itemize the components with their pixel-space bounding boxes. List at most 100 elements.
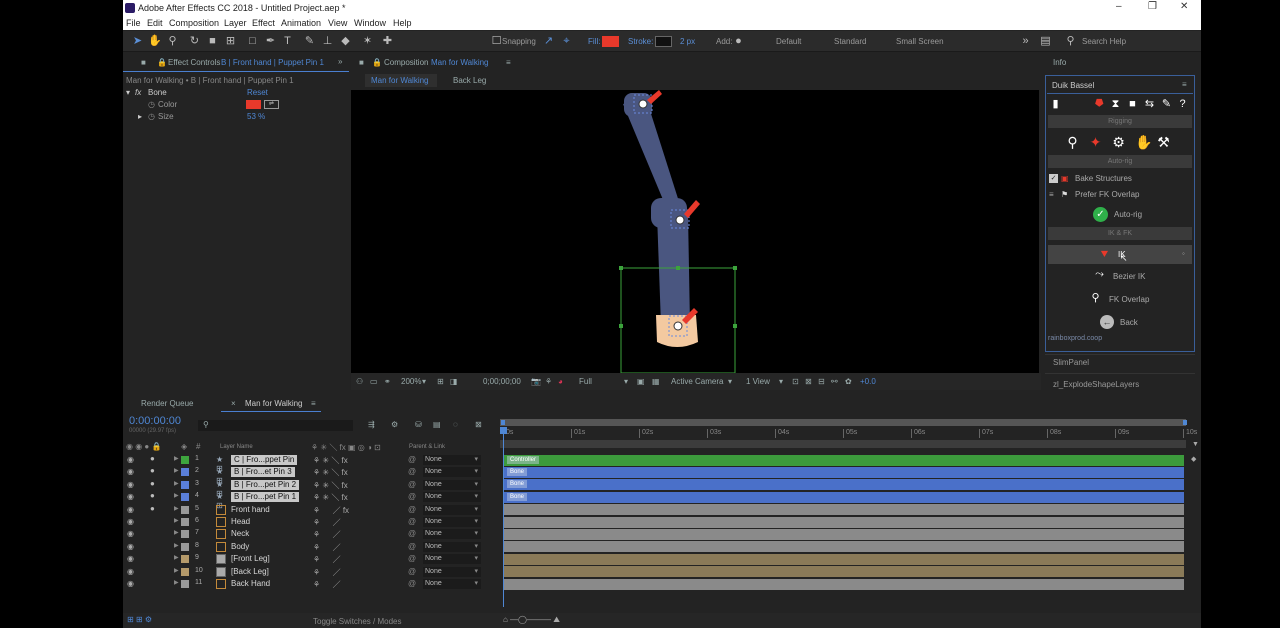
layer-row[interactable]: ◉ ▶ 10 [Back Leg] ⚘ ／ @ None ▾ xyxy=(123,566,501,578)
menu-layer[interactable]: Layer xyxy=(224,18,247,28)
fk-overlap-icon[interactable]: ⚲ xyxy=(1089,292,1102,305)
grid-overlay-icon[interactable]: ⊞ xyxy=(437,377,444,386)
timeline-comp-tab[interactable]: Man for Walking xyxy=(245,399,303,408)
workspace-standard[interactable]: Standard xyxy=(834,37,866,46)
pick-whip-icon[interactable]: @ xyxy=(408,505,416,514)
visibility-eye-icon[interactable]: ◉ xyxy=(127,529,134,538)
layer-label-color[interactable] xyxy=(181,555,189,564)
pick-whip-icon[interactable]: @ xyxy=(408,467,416,476)
visibility-eye-icon[interactable]: ◉ xyxy=(127,542,134,551)
resolution-dropdown-icon[interactable]: ▾ xyxy=(624,377,628,386)
render-queue-tab[interactable]: Render Queue xyxy=(141,399,193,408)
pick-whip-icon[interactable]: @ xyxy=(408,480,416,489)
work-area-bar[interactable] xyxy=(500,419,1186,426)
slimpanel-tab[interactable]: SlimPanel xyxy=(1053,358,1089,367)
eraser-tool-icon[interactable]: ◆ xyxy=(339,35,352,48)
crumb-man-for-walking[interactable]: Man for Walking xyxy=(371,76,429,85)
layer-row[interactable]: ◉ ▶ 8 Body ⚘ ／ @ None ▾ xyxy=(123,541,501,553)
pick-whip-icon[interactable]: @ xyxy=(408,579,416,588)
parent-dropdown[interactable]: None ▾ xyxy=(423,566,481,577)
layer-name[interactable]: Neck xyxy=(231,529,249,538)
transparency-grid-icon[interactable]: ▦ xyxy=(652,377,660,386)
parent-dropdown[interactable]: None ▾ xyxy=(423,467,481,478)
prefer-fk-overlap-label[interactable]: Prefer FK Overlap xyxy=(1075,190,1139,199)
reset-link[interactable]: Reset xyxy=(247,88,268,97)
parent-link-header[interactable]: Parent & Link xyxy=(409,444,445,450)
duik-wrench-icon[interactable]: ✎ xyxy=(1160,98,1173,111)
layer-name[interactable]: B | Fro...et Pin 3 xyxy=(231,467,295,478)
size-value[interactable]: 53 % xyxy=(247,112,265,121)
close-button[interactable]: ✕ xyxy=(1180,1,1188,12)
panel-expand-icon[interactable]: » xyxy=(338,57,342,66)
playhead-line[interactable] xyxy=(503,427,504,607)
layer-switches[interactable]: ⚘ ✳ ＼ fx xyxy=(313,455,348,466)
pick-whip-icon[interactable]: @ xyxy=(408,542,416,551)
layer-row[interactable]: ◉ ▶ 7 Neck ⚘ ／ @ None ▾ xyxy=(123,528,501,540)
parent-dropdown[interactable]: None ▾ xyxy=(423,479,481,490)
parent-dropdown[interactable]: None ▾ xyxy=(423,504,481,515)
layer-duration-bar[interactable]: Controller xyxy=(503,454,1184,466)
visibility-eye-icon[interactable]: ◉ xyxy=(127,554,134,563)
selection-tool-icon[interactable]: ➤ xyxy=(131,35,144,48)
layer-duration-bar[interactable] xyxy=(503,541,1184,553)
layer-name[interactable]: Head xyxy=(231,517,250,526)
bake-structures-label[interactable]: Bake Structures xyxy=(1075,174,1132,183)
workspace-default[interactable]: Default xyxy=(776,37,801,46)
motion-blur-icon[interactable]: ◌ xyxy=(453,420,458,429)
layer-duration-bar[interactable] xyxy=(503,553,1184,565)
toggle-pixel-aspect-icon[interactable]: ⊡ xyxy=(792,377,799,386)
layer-name[interactable]: C | Fro...ppet Pin xyxy=(231,455,298,465)
layer-row[interactable]: ◉ ● ▶ 1 ★ ⊞ C | Fro...ppet Pin ⚘ ✳ ＼ fx @ None ▾ xyxy=(123,454,501,473)
pick-whip-icon[interactable]: @ xyxy=(408,529,416,538)
region-of-interest-icon[interactable]: ◨ xyxy=(450,377,458,386)
parent-dropdown[interactable]: None ▾ xyxy=(423,541,481,552)
layer-row[interactable]: ◉ ● ▶ 4 ★ ⊞ B | Fro...pet Pin 1 ⚘ ✳ ＼ fx @ None ▾ xyxy=(123,491,501,510)
layer-name[interactable]: [Front Leg] xyxy=(231,554,270,563)
expand-layer-icon[interactable]: ▶ xyxy=(174,480,179,487)
bake-structures-checkbox[interactable]: ✓ xyxy=(1049,174,1058,183)
duik-camera-icon[interactable]: ■ xyxy=(1126,98,1139,111)
solo-dot-icon[interactable]: ● xyxy=(150,479,155,488)
layer-switches[interactable]: ⚘ ／ xyxy=(313,529,341,540)
timeline-scroll-icon[interactable]: ◆ xyxy=(1191,455,1196,463)
lock-icon[interactable]: 🔒 xyxy=(157,58,167,67)
parent-dropdown[interactable]: None ▾ xyxy=(423,529,481,540)
autorig-check-icon[interactable]: ✓ xyxy=(1093,207,1108,222)
comp-menu-icon[interactable]: ≡ xyxy=(506,58,511,67)
eyedropper-icon[interactable]: ⇌ xyxy=(264,100,279,109)
graph-editor-icon[interactable]: ⊠ xyxy=(475,420,482,429)
search-icon[interactable]: ⚲ xyxy=(1064,35,1077,48)
effect-controls-tab[interactable]: Effect Controls xyxy=(168,58,220,67)
layer-label-color[interactable] xyxy=(181,530,189,539)
duik-tools-icon[interactable]: ⚒ xyxy=(1157,135,1170,149)
stroke-width-value[interactable]: 2 px xyxy=(680,37,695,46)
duik-structure-icon[interactable]: ⚲ xyxy=(1066,135,1079,149)
menu-edit[interactable]: Edit xyxy=(147,18,163,28)
timeline-link-icon[interactable]: ⊠ xyxy=(805,377,812,386)
menu-view[interactable]: View xyxy=(328,18,347,28)
playhead-handle[interactable] xyxy=(500,427,507,434)
duik-hourglass-icon[interactable]: ⧗ xyxy=(1109,98,1122,111)
layer-duration-bar[interactable] xyxy=(503,504,1184,516)
ik-options-icon[interactable]: ◦ xyxy=(1182,249,1185,258)
frame-blending-icon[interactable]: ▤ xyxy=(433,420,441,429)
visibility-eye-icon[interactable]: ◉ xyxy=(127,467,134,476)
layer-label-color[interactable] xyxy=(181,493,189,502)
comp-mini-flowchart-icon[interactable]: ⇶ xyxy=(368,420,375,429)
visibility-eye-icon[interactable]: ◉ xyxy=(127,567,134,576)
layer-switches[interactable]: ⚘ ／ xyxy=(313,567,341,578)
layer-switches[interactable]: ⚘ ／ fx xyxy=(313,505,349,516)
type-tool-icon[interactable]: T xyxy=(281,35,294,48)
bezier-ik-icon[interactable]: ⤳ xyxy=(1093,268,1106,281)
pen-tool-icon[interactable]: ✒ xyxy=(264,35,277,48)
expand-layer-icon[interactable]: ▶ xyxy=(174,455,179,462)
workspace-small-screen[interactable]: Small Screen xyxy=(896,37,944,46)
pick-whip-icon[interactable]: @ xyxy=(408,517,416,526)
layer-label-color[interactable] xyxy=(181,505,189,514)
duik-hand-icon[interactable]: ✋ xyxy=(1135,135,1152,149)
duik-autorig-section[interactable]: Auto-rig xyxy=(1048,155,1192,168)
solo-dot-icon[interactable]: ● xyxy=(150,504,155,513)
minimize-button[interactable]: – xyxy=(1116,1,1122,12)
duik-doc-icon[interactable]: ▮ xyxy=(1049,98,1062,111)
solo-dot-icon[interactable]: ● xyxy=(150,491,155,500)
